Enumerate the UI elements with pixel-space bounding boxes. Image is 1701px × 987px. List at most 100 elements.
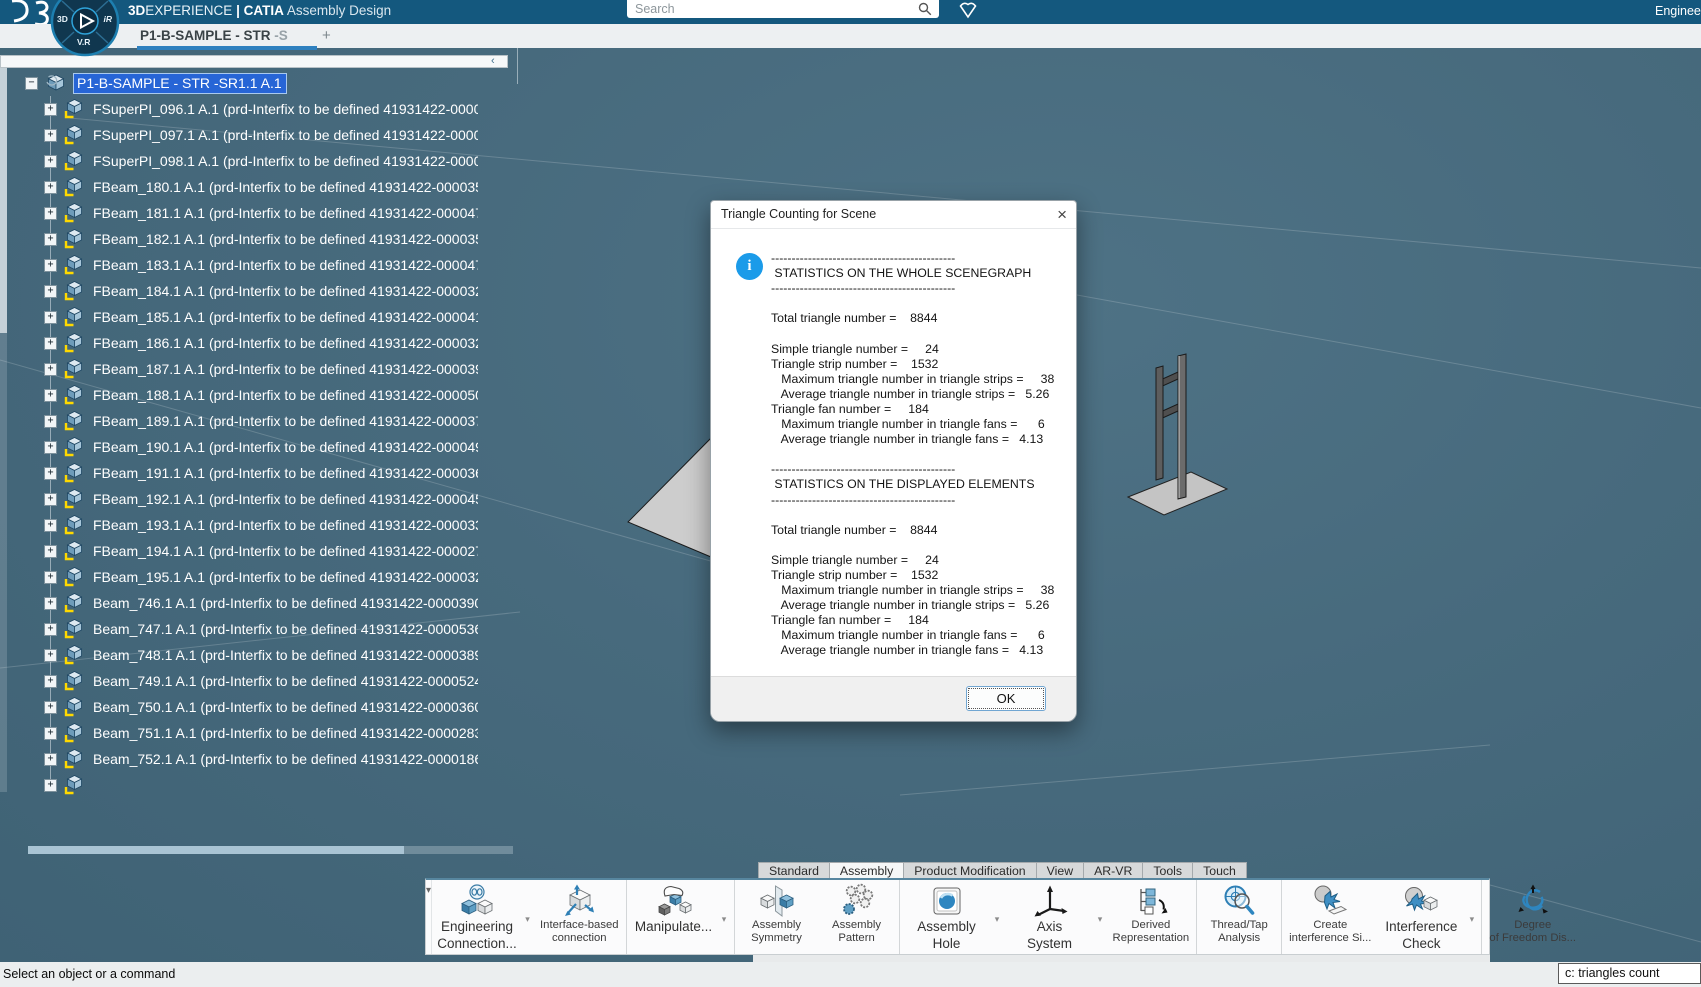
tree-item[interactable]: + FBeam_193.1 A.1 (prd-Interfix to be de…: [0, 512, 478, 538]
tree-item[interactable]: + FBeam_186.1 A.1 (prd-Interfix to be de…: [0, 330, 478, 356]
action-bar-tab[interactable]: Tools: [1142, 862, 1192, 879]
ribbon-button[interactable]: Derived Representation: [1109, 880, 1194, 954]
tree-item[interactable]: + FBeam_188.1 A.1 (prd-Interfix to be de…: [0, 382, 478, 408]
expand-expander-icon[interactable]: +: [44, 493, 57, 506]
3ds-logo-icon[interactable]: [6, 0, 50, 24]
tree-item[interactable]: + FBeam_182.1 A.1 (prd-Interfix to be de…: [0, 226, 478, 252]
ribbon-button[interactable]: Thread/Tap Analysis: [1200, 880, 1278, 954]
expand-expander-icon[interactable]: +: [44, 103, 57, 116]
action-bar-tab[interactable]: Standard: [758, 862, 829, 879]
ribbon-button[interactable]: Create interference Si...: [1285, 880, 1375, 954]
action-bar-tab[interactable]: View: [1036, 862, 1083, 879]
expand-expander-icon[interactable]: +: [44, 519, 57, 532]
expand-expander-icon[interactable]: +: [44, 441, 57, 454]
document-tab[interactable]: P1-B-SAMPLE - STR -S: [140, 28, 288, 43]
expand-expander-icon[interactable]: +: [44, 311, 57, 324]
compass-vr-label[interactable]: V.R: [77, 37, 90, 47]
expand-expander-icon[interactable]: +: [44, 545, 57, 558]
tree-item[interactable]: + Beam_752.1 A.1 (prd-Interfix to be def…: [0, 746, 478, 772]
compass-ir-label[interactable]: iR: [104, 14, 113, 24]
expand-expander-icon[interactable]: +: [44, 727, 57, 740]
tree-item-partial[interactable]: +: [0, 772, 478, 798]
expand-expander-icon[interactable]: +: [44, 155, 57, 168]
expand-expander-icon[interactable]: +: [44, 701, 57, 714]
tree-item[interactable]: + FBeam_192.1 A.1 (prd-Interfix to be de…: [0, 486, 478, 512]
expand-expander-icon[interactable]: +: [44, 233, 57, 246]
tree-item[interactable]: + Beam_750.1 A.1 (prd-Interfix to be def…: [0, 694, 478, 720]
ribbon-button[interactable]: Engineering Connection...: [433, 880, 521, 954]
action-bar-tab[interactable]: Assembly: [829, 862, 903, 879]
ribbon-button[interactable]: Interference Check: [1377, 880, 1465, 954]
expand-expander-icon[interactable]: +: [44, 623, 57, 636]
expand-expander-icon[interactable]: +: [44, 467, 57, 480]
new-tab-button[interactable]: +: [322, 27, 331, 44]
ribbon-button[interactable]: Interface-based connection: [536, 880, 623, 954]
tree-item[interactable]: + FBeam_185.1 A.1 (prd-Interfix to be de…: [0, 304, 478, 330]
collapse-tree-icon[interactable]: ‹: [491, 55, 495, 68]
ribbon-button[interactable]: Axis System: [1006, 880, 1094, 954]
tree-item[interactable]: + Beam_747.1 A.1 (prd-Interfix to be def…: [0, 616, 478, 642]
tree-vertical-scrollbar[interactable]: [0, 68, 7, 792]
ribbon-button[interactable]: Assembly Hole: [903, 880, 991, 954]
search-input[interactable]: Search: [627, 0, 939, 18]
tree-item[interactable]: + Beam_749.1 A.1 (prd-Interfix to be def…: [0, 668, 478, 694]
tree-item[interactable]: + FBeam_189.1 A.1 (prd-Interfix to be de…: [0, 408, 478, 434]
tree-item[interactable]: + Beam_751.1 A.1 (prd-Interfix to be def…: [0, 720, 478, 746]
power-input-field[interactable]: c: triangles count: [1558, 963, 1701, 984]
tree-root-label[interactable]: P1-B-SAMPLE - STR -SR1.1 A.1: [74, 74, 286, 93]
expand-expander-icon[interactable]: +: [44, 129, 57, 142]
dropdown-caret-icon[interactable]: ▾: [991, 880, 1004, 954]
horizontal-scrollbar-thumb[interactable]: [28, 846, 404, 854]
expand-expander-icon[interactable]: +: [44, 779, 57, 792]
expand-expander-icon[interactable]: +: [44, 675, 57, 688]
action-bar-tab[interactable]: AR-VR: [1083, 862, 1142, 879]
tree-item[interactable]: + Beam_746.1 A.1 (prd-Interfix to be def…: [0, 590, 478, 616]
ribbon-button[interactable]: Assembly Pattern: [818, 880, 896, 954]
search-icon[interactable]: [918, 2, 932, 16]
expand-expander-icon[interactable]: +: [44, 181, 57, 194]
expand-expander-icon[interactable]: +: [44, 207, 57, 220]
expand-expander-icon[interactable]: +: [44, 285, 57, 298]
expand-expander-icon[interactable]: +: [44, 571, 57, 584]
dropdown-caret-icon[interactable]: ▾: [718, 880, 731, 954]
user-profile-label[interactable]: Engineering: [1655, 4, 1701, 18]
tree-item[interactable]: + FBeam_183.1 A.1 (prd-Interfix to be de…: [0, 252, 478, 278]
expand-expander-icon[interactable]: +: [44, 259, 57, 272]
tree-item[interactable]: + FBeam_191.1 A.1 (prd-Interfix to be de…: [0, 460, 478, 486]
close-icon[interactable]: ×: [1057, 203, 1067, 227]
action-bar-tab[interactable]: Product Modification: [903, 862, 1035, 879]
expand-expander-icon[interactable]: +: [44, 389, 57, 402]
expand-expander-icon[interactable]: +: [44, 597, 57, 610]
expand-expander-icon[interactable]: +: [44, 337, 57, 350]
ok-button[interactable]: OK: [966, 686, 1046, 711]
expand-expander-icon[interactable]: +: [44, 649, 57, 662]
tree-item[interactable]: + FSuperPI_096.1 A.1 (prd-Interfix to be…: [0, 96, 478, 122]
dropdown-caret-icon[interactable]: ▾: [1465, 880, 1478, 954]
ribbon-button[interactable]: Assembly Symmetry: [738, 880, 816, 954]
tree-item[interactable]: + FBeam_195.1 A.1 (prd-Interfix to be de…: [0, 564, 478, 590]
tree-root-item[interactable]: − P1-B-SAMPLE - STR -SR1.1 A.1: [0, 70, 478, 96]
tree-item[interactable]: + Beam_748.1 A.1 (prd-Interfix to be def…: [0, 642, 478, 668]
tree-item[interactable]: + FBeam_194.1 A.1 (prd-Interfix to be de…: [0, 538, 478, 564]
ribbon-button[interactable]: Degree of Freedom Dis...: [1485, 880, 1580, 954]
tree-item[interactable]: + FSuperPI_097.1 A.1 (prd-Interfix to be…: [0, 122, 478, 148]
tree-item[interactable]: + FSuperPI_098.1 A.1 (prd-Interfix to be…: [0, 148, 478, 174]
tree-item[interactable]: + FBeam_190.1 A.1 (prd-Interfix to be de…: [0, 434, 478, 460]
robot-compass[interactable]: 3D iR V.R: [50, 0, 120, 57]
expand-expander-icon[interactable]: +: [44, 363, 57, 376]
compass-3d-label[interactable]: 3D: [57, 14, 68, 24]
tree-item[interactable]: + FBeam_184.1 A.1 (prd-Interfix to be de…: [0, 278, 478, 304]
dropdown-caret-icon[interactable]: ▾: [1094, 880, 1107, 954]
tree-item[interactable]: + FBeam_181.1 A.1 (prd-Interfix to be de…: [0, 200, 478, 226]
favorites-compass-icon[interactable]: [957, 0, 979, 20]
expand-expander-icon[interactable]: +: [44, 753, 57, 766]
tree-item[interactable]: + FBeam_187.1 A.1 (prd-Interfix to be de…: [0, 356, 478, 382]
ribbon-button[interactable]: Manipulate...: [630, 880, 718, 954]
action-bar-tab[interactable]: Touch: [1192, 862, 1247, 879]
expand-expander-icon[interactable]: +: [44, 415, 57, 428]
collapse-expander-icon[interactable]: −: [25, 77, 38, 90]
tree-horizontal-scrollbar[interactable]: [28, 846, 513, 854]
dropdown-caret-icon[interactable]: ▾: [521, 880, 534, 954]
tree-item[interactable]: + FBeam_180.1 A.1 (prd-Interfix to be de…: [0, 174, 478, 200]
vertical-scrollbar-thumb[interactable]: [0, 68, 7, 333]
